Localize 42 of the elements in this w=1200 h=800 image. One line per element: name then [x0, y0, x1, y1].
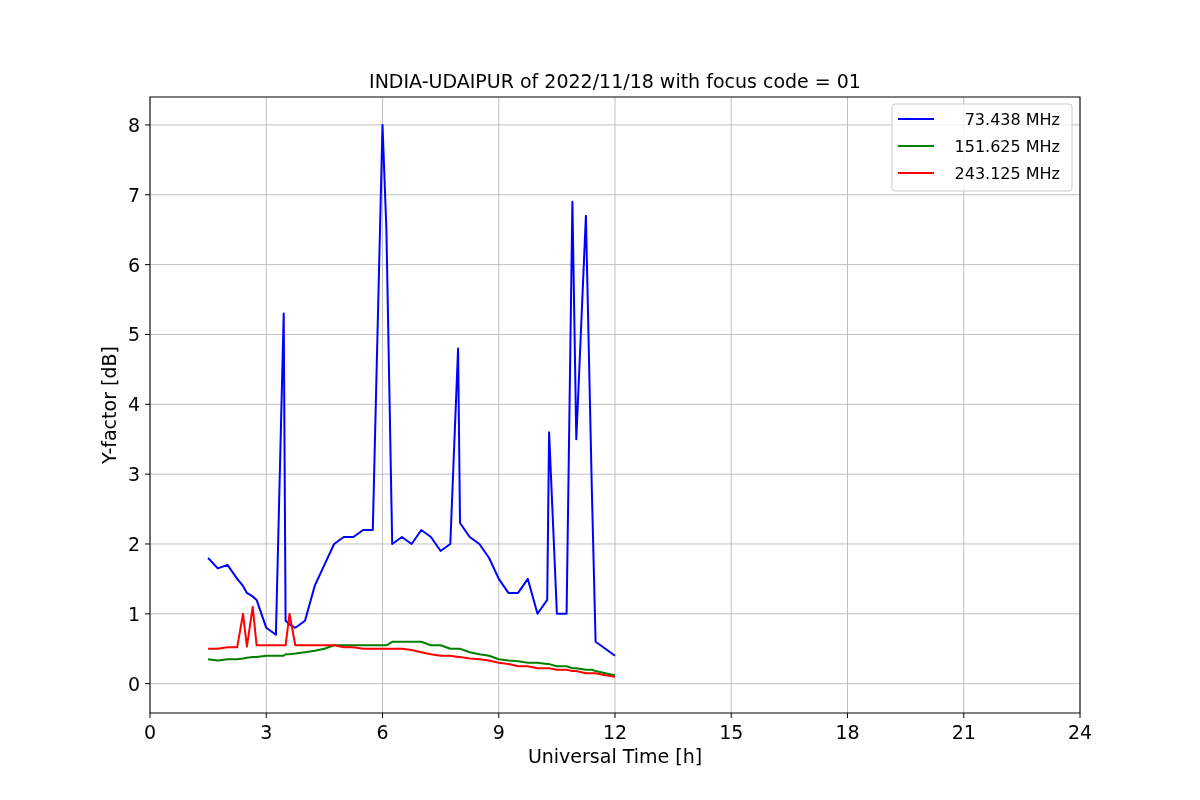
y-tick-label: 6 [127, 253, 140, 276]
x-axis-label: Universal Time [h] [527, 745, 703, 767]
tick-mark [144, 683, 151, 685]
tick-mark [1079, 712, 1081, 719]
tick-mark [847, 712, 848, 719]
x-tick-label: 15 [719, 721, 744, 743]
y-tick-label: 7 [127, 183, 140, 206]
x-tick-label: 12 [602, 721, 628, 743]
y-tick-label: 1 [127, 602, 140, 625]
y-tick-label: 4 [127, 393, 140, 416]
tick-mark [144, 124, 151, 126]
y-axis-label: Y-factor [dB] [98, 346, 120, 464]
legend-label: 151.625 MHz [954, 137, 1060, 156]
x-tick-label: 24 [1067, 721, 1093, 743]
tick-mark [144, 264, 151, 266]
x-tick-label: 0 [143, 721, 157, 743]
x-tick-label: 21 [951, 721, 976, 743]
y-tick-label: 5 [127, 323, 140, 346]
tick-mark [144, 194, 151, 196]
tick-mark [144, 333, 151, 335]
x-tick-label: 18 [835, 721, 860, 743]
x-tick-label: 9 [492, 721, 505, 743]
tick-mark [149, 712, 151, 719]
x-tick-label: 6 [376, 721, 389, 743]
tick-mark [144, 543, 151, 545]
tick-mark [614, 712, 616, 719]
y-tick-label: 8 [127, 113, 140, 136]
legend-label: 73.438 MHz [964, 110, 1060, 129]
y-tick-label: 3 [127, 463, 140, 486]
tick-mark [144, 403, 151, 405]
tick-mark [498, 712, 500, 719]
tick-mark [144, 473, 151, 475]
tick-mark [382, 712, 383, 719]
tick-mark [730, 712, 732, 719]
tick-mark [963, 712, 965, 719]
y-tick-label: 0 [127, 672, 140, 695]
chart-title: INDIA-UDAIPUR of 2022/11/18 with focus code = 01 [369, 70, 861, 92]
legend-label: 243.125 MHz [954, 164, 1060, 183]
tick-mark [265, 712, 267, 719]
x-tick-label: 3 [260, 721, 273, 743]
y-tick-label: 2 [127, 533, 140, 555]
tick-mark [144, 613, 151, 615]
